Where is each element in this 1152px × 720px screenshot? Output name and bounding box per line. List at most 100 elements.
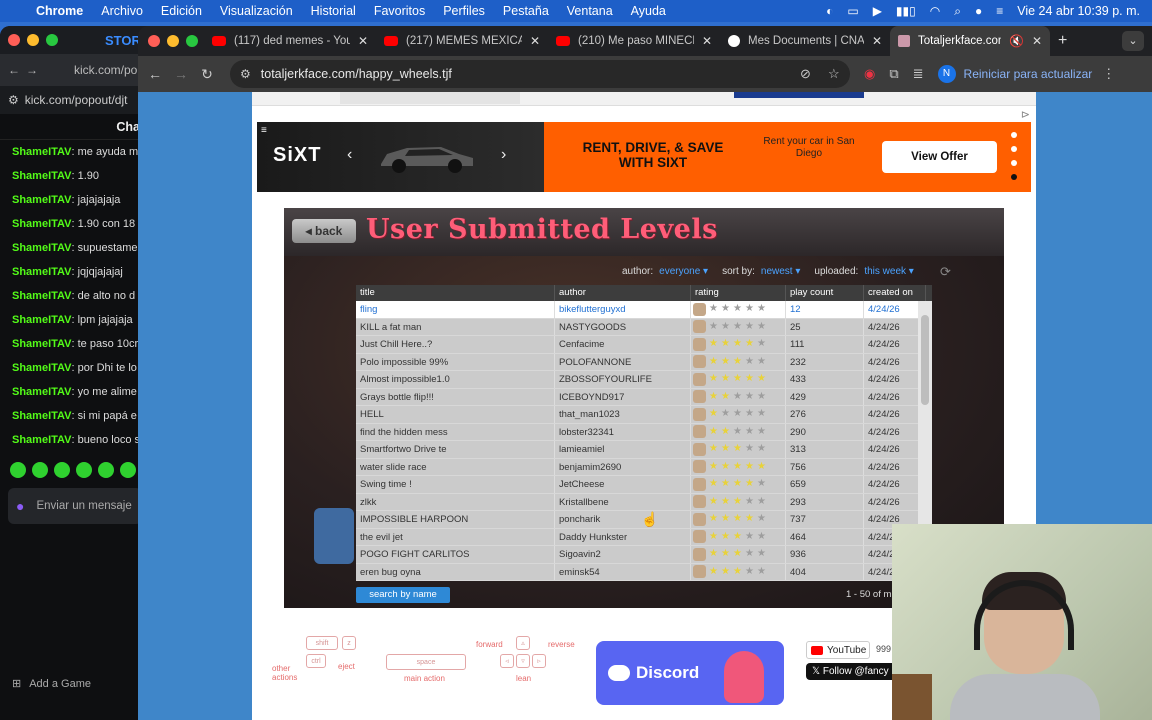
wifi-icon[interactable]: ◠ [930,4,940,18]
ad-dot[interactable] [1011,146,1017,152]
video-icon[interactable]: ▭ [847,4,858,18]
table-row[interactable]: zlkk Kristallbene ★ ★ ★ ★ ★ 293 4/24/26 [356,493,932,511]
media-controls-icon[interactable]: ≣ [913,66,924,82]
mute-tab-icon[interactable]: 🔇 [1009,34,1024,48]
sort-filter-dropdown[interactable]: newest ▾ [761,266,801,277]
col-title[interactable]: title [356,285,555,301]
zoom-dot-icon[interactable] [46,34,58,46]
fullscreen-window-icon[interactable] [186,35,198,47]
refresh-icon[interactable]: ⟳ [940,264,951,280]
menu-archivo[interactable]: Archivo [101,4,143,18]
kick-toolbar-url[interactable]: kick.com/pop [74,63,144,77]
tab-youtube-minecraft[interactable]: (210) Me paso MINECRA ✕ [548,26,720,56]
back-icon[interactable]: ← [142,66,168,82]
view-offer-button[interactable]: View Offer [882,141,997,173]
scrollbar-thumb[interactable] [921,315,929,405]
table-row[interactable]: Swing time ! JetCheese ★ ★ ★ ★ ★ 659 4/24/26 [356,476,932,494]
emote-icon[interactable] [32,462,48,478]
tab-search-icon[interactable]: ⌄ [1122,31,1144,51]
profile-avatar[interactable]: N [937,65,956,83]
search-by-name-button[interactable]: search by name [356,587,450,603]
carousel-next-icon[interactable]: › [501,146,506,164]
menu-pestana[interactable]: Pestaña [503,4,549,18]
screen-record-icon[interactable]: ◐ [826,4,833,18]
microphone-icon[interactable]: ● [16,499,24,513]
ad-dot[interactable] [1011,160,1017,166]
ad-dot[interactable] [1011,132,1017,138]
emote-icon[interactable] [54,462,70,478]
address-url[interactable]: totaljerkface.com/happy_wheels.tjf [261,67,452,81]
table-row[interactable]: Grays bottle flip!!! ICEBOYND917 ★ ★ ★ ★ ★ 429 4… [356,388,932,406]
table-row[interactable]: eren bug oyna eminsk54 ★ ★ ★ ★ ★ 404 4/24/26 [356,563,932,581]
control-center-icon[interactable]: ≡ [996,4,1003,18]
tab-totaljerkface[interactable]: Totaljerkface.com - H 🔇 ✕ [890,26,1050,56]
emote-icon[interactable] [120,462,136,478]
battery-icon[interactable]: ▮▮▯ [896,4,916,18]
menu-ventana[interactable]: Ventana [567,4,613,18]
header-banner[interactable] [734,92,864,98]
minimize-dot-icon[interactable] [27,34,39,46]
extension-icon[interactable]: ◉ [864,66,875,82]
close-dot-icon[interactable] [8,34,20,46]
emote-icon[interactable] [76,462,92,478]
table-row[interactable]: POGO FIGHT CARLITOS Sigoavin2 ★ ★ ★ ★ ★ 936 4/24… [356,546,932,564]
sixt-advertisement[interactable]: ≡ SiXT ‹ › RENT, DRIVE, & SAVE WITH SIXT… [257,122,1031,192]
forward-icon[interactable]: → [168,66,194,82]
new-tab-icon[interactable]: + [1058,32,1067,50]
forward-arrow-icon[interactable]: → [26,63,38,77]
table-row[interactable]: Just Chill Here..? Cenfacime ★ ★ ★ ★ ★ 111 4/24/… [356,336,932,354]
ad-dot-active[interactable] [1011,174,1017,180]
uploaded-filter-dropdown[interactable]: this week ▾ [864,266,914,277]
table-row[interactable]: find the hidden mess lobster32341 ★ ★ ★ ★ ★ 290… [356,423,932,441]
table-row[interactable]: water slide race benjamim2690 ★ ★ ★ ★ ★ 756 4/24… [356,458,932,476]
site-settings-icon[interactable]: ⚙ [8,93,19,107]
play-icon[interactable]: ▶ [873,4,882,18]
more-menu-icon[interactable]: ⋮ [1102,66,1115,82]
close-tab-icon[interactable]: ✕ [1032,34,1042,48]
site-nav-tabs[interactable] [340,92,520,104]
reload-icon[interactable]: ↻ [194,66,220,83]
x-follow-button[interactable]: 𝕏 Follow @fancy [806,663,902,680]
author-filter-dropdown[interactable]: everyone ▾ [659,266,708,277]
col-author[interactable]: author [555,285,691,301]
back-button[interactable]: ◂ back [292,219,356,243]
chat-send-input[interactable]: ● Enviar un mensaje [8,488,142,524]
menu-ayuda[interactable]: Ayuda [631,4,666,18]
menu-perfiles[interactable]: Perfiles [443,4,485,18]
close-tab-icon[interactable]: ✕ [702,34,712,48]
table-row[interactable]: Smartfortwo Drive te lamieamiel ★ ★ ★ ★ ★ 313 4/… [356,441,932,459]
col-created-on[interactable]: created on [864,285,926,301]
close-tab-icon[interactable]: ✕ [872,34,882,48]
kick-url[interactable]: kick.com/popout/djt [25,93,128,107]
extensions-puzzle-icon[interactable]: ⧉ [889,66,898,82]
tab-cnam-documents[interactable]: Mes Documents | CNAM ✕ [720,26,890,56]
menu-visualizacion[interactable]: Visualización [220,4,293,18]
youtube-subscribe-button[interactable]: YouTube [806,641,870,659]
table-row[interactable]: Almost impossible1.0 ZBOSSOFYOURLIFE ★ ★ ★ ★ ★… [356,371,932,389]
table-row[interactable]: the evil jet Daddy Hunkster ★ ★ ★ ★ ★ 464 4/24/2… [356,528,932,546]
restart-to-update-button[interactable]: Reiniciar para actualizar [964,67,1093,81]
close-window-icon[interactable] [148,35,160,47]
table-row[interactable]: KILL a fat man NASTYGOODS ★ ★ ★ ★ ★ 25 4/24/26 [356,318,932,336]
carousel-prev-icon[interactable]: ‹ [347,146,352,164]
address-bar[interactable]: ⚙ totaljerkface.com/happy_wheels.tjf ⊘ ☆ [230,60,850,88]
col-rating[interactable]: rating [691,285,786,301]
menu-datetime[interactable]: Vie 24 abr 10:39 p. m. [1017,4,1140,18]
bookmark-star-icon[interactable]: ☆ [828,66,840,82]
table-row[interactable]: fling bikeflutterguyxd ★ ★ ★ ★ ★ 12 4/24/26 [356,301,932,319]
discord-banner[interactable]: Discord [596,641,784,705]
search-icon[interactable]: ⌕ [954,4,961,19]
menu-historial[interactable]: Historial [311,4,356,18]
site-info-icon[interactable]: ⚙ [240,67,251,81]
col-play-count[interactable]: play count [786,285,864,301]
adchoices-icon[interactable]: ⊳ [1021,108,1030,121]
siri-icon[interactable]: ● [975,4,982,18]
close-tab-icon[interactable]: ✕ [530,34,540,48]
back-arrow-icon[interactable]: ← [8,63,20,77]
minimize-window-icon[interactable] [167,35,179,47]
menu-edicion[interactable]: Edición [161,4,202,18]
ad-menu-icon[interactable]: ≡ [261,125,267,136]
camera-off-icon[interactable]: ⊘ [800,66,811,82]
emote-icon[interactable] [10,462,26,478]
add-game-button[interactable]: ⊞ Add a Game [12,677,91,691]
